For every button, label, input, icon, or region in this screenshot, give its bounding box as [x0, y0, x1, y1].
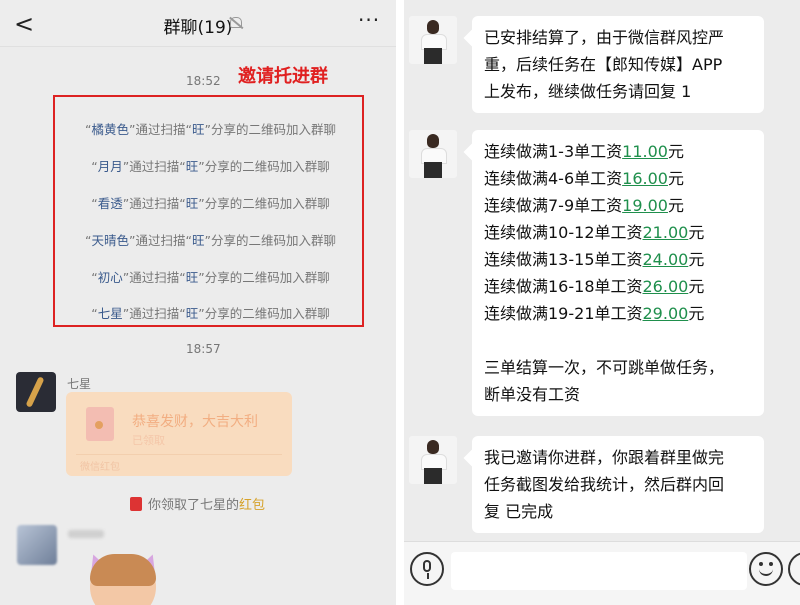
avatar[interactable] [409, 130, 457, 178]
inviter-name[interactable]: 旺 [186, 270, 199, 285]
inviter-name[interactable]: 旺 [192, 233, 205, 248]
pay-amount: 11.00 [622, 142, 668, 161]
input-bar [404, 541, 800, 605]
pay-amount: 19.00 [622, 196, 668, 215]
red-packet-link[interactable]: 红包 [239, 498, 265, 513]
more-actions-icon[interactable] [788, 552, 800, 586]
red-packet-title: 恭喜发财，大吉大利 [132, 414, 258, 430]
inviter-name[interactable]: 旺 [186, 159, 199, 174]
member-name[interactable]: 七星 [98, 306, 123, 321]
red-packet-status: 已领取 [132, 434, 165, 447]
blurred-sender-name [68, 530, 104, 538]
pay-row: 连续做满1-3单工资11.00元 [484, 142, 684, 161]
system-message: “初心”通过扫描“旺”分享的二维码加入群聊 [91, 270, 330, 285]
annotation-label: 邀请托进群 [238, 66, 328, 87]
chat-title: 群聊(19) [163, 18, 233, 38]
member-name[interactable]: 天晴色 [91, 233, 129, 248]
pay-row: 连续做满13-15单工资24.00元 [484, 250, 705, 269]
member-name[interactable]: 看透 [98, 196, 123, 211]
member-name[interactable]: 初心 [98, 270, 123, 285]
system-message: “天晴色”通过扫描“旺”分享的二维码加入群聊 [85, 233, 336, 248]
pay-amount: 29.00 [642, 304, 689, 323]
pay-amount: 24.00 [642, 250, 689, 269]
system-message: “看透”通过扫描“旺”分享的二维码加入群聊 [91, 196, 330, 211]
system-message: “七星”通过扫描“旺”分享的二维码加入群聊 [91, 306, 330, 321]
divider [76, 454, 282, 455]
message-bubble[interactable]: 连续做满1-3单工资11.00元 连续做满4-6单工资16.00元 连续做满7-… [472, 130, 764, 416]
red-packet-footer: 微信红包 [80, 462, 120, 473]
system-message: “橘黄色”通过扫描“旺”分享的二维码加入群聊 [85, 122, 336, 137]
red-packet-notice: 你领取了七星的红包 [130, 494, 265, 513]
pay-amount: 21.00 [642, 223, 689, 242]
more-options-icon[interactable]: ··· [358, 8, 380, 32]
pay-row: 连续做满19-21单工资29.00元 [484, 304, 705, 323]
emoji-icon[interactable] [749, 552, 783, 586]
sender-name: 七星 [67, 377, 92, 391]
group-chat-panel: < 群聊(19) ··· 18:52 邀请托进群 “橘黄色”通过扫描“旺”分享的… [0, 0, 396, 605]
message-bubble[interactable]: 已安排结算了，由于微信群风控严 重，后续任务在【郎知传媒】APP 上发布，继续做… [472, 16, 764, 113]
voice-input-icon[interactable] [410, 552, 444, 586]
message-input[interactable] [451, 552, 747, 590]
red-packet-icon [86, 407, 114, 441]
avatar[interactable] [409, 16, 457, 64]
inviter-name[interactable]: 旺 [186, 306, 199, 321]
pay-amount: 16.00 [622, 169, 668, 188]
system-message: “月月”通过扫描“旺”分享的二维码加入群聊 [91, 159, 330, 174]
avatar[interactable] [16, 372, 56, 412]
red-packet-card[interactable]: 恭喜发财，大吉大利 已领取 微信红包 [66, 392, 292, 476]
pay-row: 连续做满16-18单工资26.00元 [484, 277, 705, 296]
message-bubble[interactable]: 我已邀请你进群，你跟着群里做完 任务截图发给我统计，然后群内回 复 已完成 [472, 436, 764, 533]
pay-row: 连续做满10-12单工资21.00元 [484, 223, 705, 242]
blurred-avatar[interactable] [17, 525, 57, 565]
timestamp: 18:52 [186, 74, 221, 88]
avatar[interactable] [409, 436, 457, 484]
private-chat-panel: 已安排结算了，由于微信群风控严 重，后续任务在【郎知传媒】APP 上发布，继续做… [404, 0, 800, 605]
mute-bell-icon [230, 17, 242, 28]
pay-row: 连续做满7-9单工资19.00元 [484, 196, 684, 215]
sticker-image[interactable] [90, 554, 156, 605]
join-messages-highlight: “橘黄色”通过扫描“旺”分享的二维码加入群聊 “月月”通过扫描“旺”分享的二维码… [53, 95, 364, 327]
inviter-name[interactable]: 旺 [186, 196, 199, 211]
timestamp: 18:57 [186, 342, 221, 356]
pay-row: 连续做满4-6单工资16.00元 [484, 169, 684, 188]
pay-amount: 26.00 [642, 277, 689, 296]
red-packet-small-icon [130, 497, 142, 511]
inviter-name[interactable]: 旺 [192, 122, 205, 137]
member-name[interactable]: 橘黄色 [91, 122, 129, 137]
chat-header: < 群聊(19) ··· [0, 0, 396, 47]
member-name[interactable]: 月月 [98, 159, 123, 174]
